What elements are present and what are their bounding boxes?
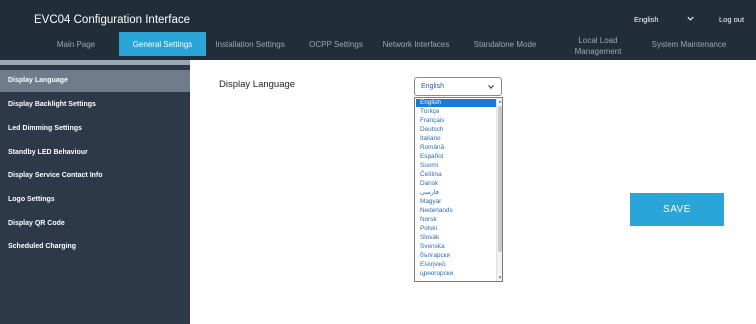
tab-network-interfaces[interactable]: Network Interfaces	[373, 32, 459, 58]
display-language-select[interactable]: English	[414, 77, 502, 96]
header-language-select[interactable]: English	[634, 15, 659, 24]
chevron-down-icon[interactable]	[686, 14, 695, 23]
tab-local-load-management[interactable]: Local Load Management	[568, 32, 628, 58]
select-current-value: English	[421, 83, 444, 90]
option-nederlands[interactable]: Nederlands	[416, 207, 497, 215]
option-suomi[interactable]: Suomi	[416, 162, 497, 170]
option-greek[interactable]: Ελληνικό	[416, 261, 497, 269]
sidebar-item-led-dimming-settings[interactable]: Led Dimming Settings	[0, 118, 190, 140]
scroll-down-arrow-icon[interactable]	[498, 275, 502, 280]
save-button[interactable]: SAVE	[630, 193, 724, 226]
tab-main-page[interactable]: Main Page	[34, 32, 118, 58]
sidebar-item-display-qr-code[interactable]: Display QR Code	[0, 213, 190, 235]
tab-installation-settings[interactable]: Installation Settings	[208, 32, 292, 58]
tab-system-maintenance[interactable]: System Maintenance	[641, 32, 737, 58]
sidebar-top-strip	[0, 60, 190, 65]
option-svenska[interactable]: Svenska	[416, 243, 497, 251]
option-cestina[interactable]: Čeština	[416, 171, 497, 179]
option-polski[interactable]: Polski	[416, 225, 497, 233]
option-montenegrin[interactable]: црногорски	[416, 270, 497, 278]
display-language-label: Display Language	[219, 79, 296, 90]
scroll-up-arrow-icon[interactable]	[498, 99, 502, 104]
sidebar-item-scheduled-charging[interactable]: Scheduled Charging	[0, 236, 190, 258]
scrollbar-thumb[interactable]	[498, 106, 502, 252]
option-turkce[interactable]: Türkçe	[416, 108, 497, 116]
option-espanol[interactable]: Español	[416, 153, 497, 161]
option-norsk[interactable]: Norsk	[416, 216, 497, 224]
option-slovak[interactable]: Slovák	[416, 234, 497, 242]
sidebar-item-standby-led-behaviour[interactable]: Standby LED Behaviour	[0, 142, 190, 164]
option-magyar[interactable]: Magyar	[416, 198, 497, 206]
dropdown-scrollbar[interactable]	[496, 98, 502, 281]
option-italiano[interactable]: Italiano	[416, 135, 497, 143]
tab-ocpp-settings[interactable]: OCPP Settings	[294, 32, 378, 58]
app-title: EVC04 Configuration Interface	[34, 14, 190, 26]
sidebar-item-display-service-contact-info[interactable]: Display Service Contact Info	[0, 165, 190, 187]
option-english[interactable]: English	[416, 99, 497, 107]
sidebar-item-logo-settings[interactable]: Logo Settings	[0, 189, 190, 211]
sidebar-item-display-language[interactable]: Display Language	[0, 70, 190, 92]
option-deutsch[interactable]: Deutsch	[416, 126, 497, 134]
language-dropdown-list[interactable]: English Türkçe Français Deutsch Italiano…	[414, 97, 503, 282]
option-romana[interactable]: Română	[416, 144, 497, 152]
logout-link[interactable]: Log out	[719, 15, 744, 24]
sidebar-item-display-backlight-settings[interactable]: Display Backlight Settings	[0, 94, 190, 116]
option-dansk[interactable]: Dansk	[416, 180, 497, 188]
tab-standalone-mode[interactable]: Standalone Mode	[462, 32, 548, 58]
chevron-down-icon	[488, 85, 494, 89]
option-francais[interactable]: Français	[416, 117, 497, 125]
option-farsi[interactable]: فارسی	[416, 189, 497, 197]
tab-general-settings[interactable]: General Settings	[119, 32, 206, 56]
option-bulgarian[interactable]: български	[416, 252, 497, 260]
